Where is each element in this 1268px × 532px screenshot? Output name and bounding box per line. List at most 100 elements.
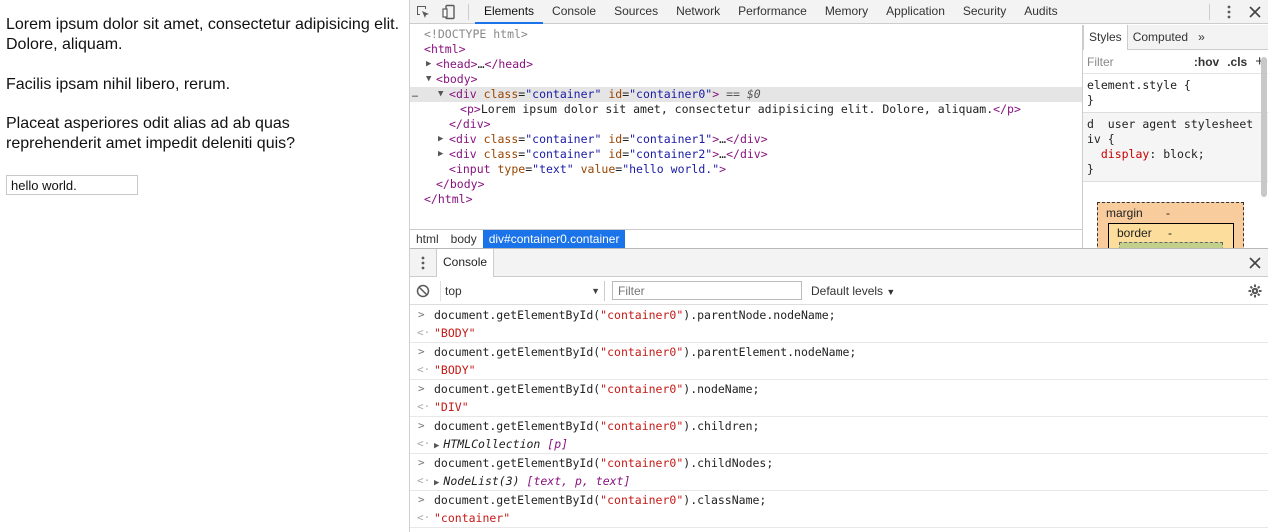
breadcrumb-html[interactable]: html	[410, 230, 445, 248]
styles-filter-bar: Filter :hov .cls +	[1083, 50, 1268, 74]
tab-sources[interactable]: Sources	[605, 0, 667, 24]
breadcrumb-body[interactable]: body	[445, 230, 483, 248]
input-chevron-icon: >	[418, 382, 425, 395]
class-toggle[interactable]: .cls	[1227, 55, 1247, 69]
box-border-value: -	[1168, 226, 1172, 240]
console-command[interactable]: > document.getElementById("container0").n…	[410, 380, 1268, 398]
dom-doctype[interactable]: <!DOCTYPE html>	[424, 27, 1082, 42]
drawer-tab-console[interactable]: Console	[436, 248, 495, 277]
input-chevron-icon: >	[418, 493, 425, 506]
dom-node-container2[interactable]: ▶ <div class="container" id="container2">…	[410, 147, 1082, 162]
console-command[interactable]: > document.getElementById("container0").p…	[410, 343, 1268, 361]
user-agent-rule: d user agent stylesheet iv { display: bl…	[1083, 113, 1268, 182]
result-arrow-icon: <·	[417, 326, 431, 339]
tab-console[interactable]: Console	[543, 0, 605, 24]
hover-state-toggle[interactable]: :hov	[1194, 55, 1219, 69]
dom-node-container1[interactable]: ▶ <div class="container" id="container1">…	[410, 132, 1082, 147]
collapse-triangle-icon[interactable]: ▼	[438, 87, 448, 102]
tab-styles[interactable]: Styles	[1083, 25, 1128, 50]
more-tabs-icon[interactable]: »	[1193, 25, 1210, 50]
dom-close-div[interactable]: </div>	[449, 117, 1082, 132]
more-options-icon[interactable]	[1216, 0, 1242, 24]
more-actions-icon[interactable]: …	[412, 87, 418, 102]
styles-filter-input[interactable]: Filter	[1087, 55, 1186, 69]
log-levels-dropdown[interactable]: Default levels ▼	[811, 284, 895, 298]
inspect-element-icon[interactable]	[410, 0, 436, 24]
box-margin-label: margin	[1106, 206, 1143, 220]
drawer-menu-icon[interactable]	[410, 251, 436, 275]
tab-security[interactable]: Security	[954, 0, 1015, 24]
result-arrow-icon: <·	[417, 363, 431, 376]
console-entry: > document.getElementById("container0").c…	[410, 491, 1268, 528]
breadcrumb-selected[interactable]: div#container0.container	[482, 230, 626, 248]
input-chevron-icon: >	[418, 419, 425, 432]
dom-close-html[interactable]: </html>	[424, 192, 1082, 207]
result-arrow-icon: <·	[417, 400, 431, 413]
tab-memory[interactable]: Memory	[816, 0, 877, 24]
dom-close-body[interactable]: </body>	[436, 177, 1082, 192]
console-command[interactable]: > document.getElementById("container0").c…	[410, 417, 1268, 435]
console-result-expandable[interactable]: <· ▶ HTMLCollection [p]	[410, 435, 1268, 453]
context-selector[interactable]: top ▼	[440, 280, 605, 301]
console-result: <· "container"	[417, 511, 511, 525]
console-toolbar: top ▼ Default levels ▼	[410, 277, 1268, 305]
toolbar-separator	[468, 3, 469, 20]
paragraph-2: Facilis ipsam nihil libero, rerum.	[6, 76, 231, 93]
expand-triangle-icon[interactable]: ▶	[434, 478, 439, 488]
console-command[interactable]: > document.getElementById("container0").c…	[410, 454, 1268, 472]
expand-triangle-icon[interactable]: ▶	[426, 57, 436, 72]
console-entry: > document.getElementById("container0").p…	[410, 343, 1268, 380]
console-command[interactable]: > document.getElementById("container0").p…	[410, 306, 1268, 324]
input-chevron-icon: >	[418, 456, 425, 469]
console-log: > document.getElementById("container0").p…	[410, 306, 1268, 528]
console-result: <· "BODY"	[417, 326, 476, 340]
console-entry: > document.getElementById("container0").c…	[410, 454, 1268, 491]
result-arrow-icon: <·	[417, 437, 431, 450]
console-command[interactable]: > document.getElementById("container0").c…	[410, 491, 1268, 509]
styles-tabbar: Styles Computed »	[1083, 25, 1268, 50]
paragraph-3: Placeat asperiores odit alias ad ab quas…	[6, 115, 296, 152]
devtools-toolbar: Elements Console Sources Network Perform…	[410, 0, 1268, 24]
tab-computed[interactable]: Computed	[1128, 25, 1193, 50]
dom-node-container0[interactable]: … ▼ <div class="container" id="container0"…	[410, 87, 1082, 102]
box-border-label: border	[1117, 226, 1152, 240]
console-filter-input[interactable]	[612, 281, 802, 300]
close-drawer-icon[interactable]	[1242, 251, 1268, 275]
hello-input[interactable]	[6, 175, 138, 195]
tab-performance[interactable]: Performance	[729, 0, 816, 24]
input-chevron-icon: >	[418, 308, 425, 321]
tab-network[interactable]: Network	[667, 0, 729, 24]
dom-node-head[interactable]: ▶ <head>…</head>	[410, 57, 1082, 72]
expand-triangle-icon[interactable]: ▶	[438, 147, 448, 162]
console-result-expandable[interactable]: <· ▶ NodeList(3) [text, p, text]	[410, 472, 1268, 490]
close-devtools-icon[interactable]	[1242, 0, 1268, 24]
device-toolbar-icon[interactable]	[436, 0, 462, 24]
collapse-triangle-icon[interactable]: ▼	[426, 72, 436, 87]
box-margin-value: -	[1166, 206, 1170, 220]
toolbar-separator	[1209, 3, 1210, 20]
expand-triangle-icon[interactable]: ▶	[438, 132, 448, 147]
dom-tree: <!DOCTYPE html> <html> ▶ <head>…</head> ▼…	[410, 25, 1082, 229]
expand-triangle-icon[interactable]: ▶	[434, 441, 439, 451]
tab-audits[interactable]: Audits	[1015, 0, 1066, 24]
dom-node-p[interactable]: <p>Lorem ipsum dolor sit amet, consectet…	[460, 102, 1082, 117]
result-arrow-icon: <·	[417, 474, 431, 487]
console-drawer: Console top ▼ Default levels ▼ >docume	[410, 248, 1268, 532]
console-settings-gear-icon[interactable]	[1242, 279, 1268, 303]
styles-scrollbar[interactable]	[1261, 57, 1267, 197]
dom-node-html[interactable]: <html>	[424, 42, 1082, 57]
paragraph-1: Lorem ipsum dolor sit amet, consectetur …	[6, 16, 400, 53]
dom-node-body[interactable]: ▼ <body>	[410, 72, 1082, 87]
console-result: <· "BODY"	[417, 363, 476, 377]
rendered-page: Lorem ipsum dolor sit amet, consectetur …	[0, 0, 409, 532]
element-style-rule[interactable]: element.style { }	[1083, 74, 1268, 113]
tab-application[interactable]: Application	[877, 0, 954, 24]
clear-console-icon[interactable]	[410, 279, 436, 303]
dom-node-input[interactable]: <input type="text" value="hello world.">	[449, 162, 1082, 177]
console-entry: > document.getElementById("container0").n…	[410, 380, 1268, 417]
tab-elements[interactable]: Elements	[475, 0, 544, 24]
box-model-diagram: margin - border -	[1097, 202, 1244, 248]
input-chevron-icon: >	[418, 345, 425, 358]
console-entry: > document.getElementById("container0").c…	[410, 417, 1268, 454]
console-entry: > document.getElementById("container0").p…	[410, 306, 1268, 343]
